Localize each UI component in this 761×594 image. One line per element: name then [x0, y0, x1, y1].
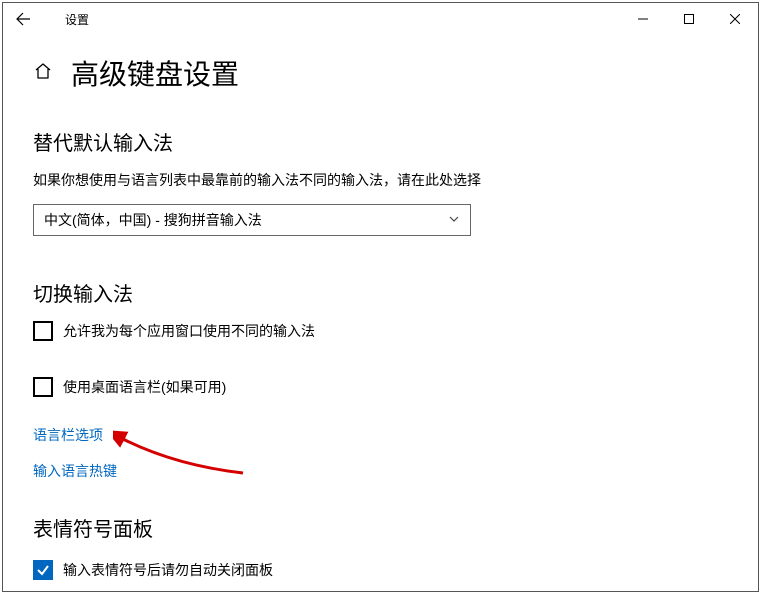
- check-icon: [36, 563, 50, 577]
- per-app-ime-label: 允许我为每个应用窗口使用不同的输入法: [63, 321, 315, 341]
- emoji-autoclose-checkbox[interactable]: [33, 560, 53, 580]
- per-app-ime-row[interactable]: 允许我为每个应用窗口使用不同的输入法: [33, 321, 728, 341]
- emoji-autoclose-label: 输入表情符号后请勿自动关闭面板: [63, 560, 273, 580]
- minimize-button[interactable]: [620, 3, 666, 35]
- section-default-ime-desc: 如果你想使用与语言列表中最靠前的输入法不同的输入法，请在此处选择: [33, 170, 728, 190]
- close-icon: [730, 14, 740, 24]
- section-emoji-panel-title: 表情符号面板: [33, 513, 728, 542]
- desktop-langbar-row[interactable]: 使用桌面语言栏(如果可用): [33, 377, 728, 397]
- language-bar-options-link[interactable]: 语言栏选项: [33, 425, 728, 445]
- default-ime-dropdown[interactable]: 中文(简体，中国) - 搜狗拼音输入法: [33, 204, 471, 236]
- input-language-hotkey-link[interactable]: 输入语言热键: [33, 461, 728, 481]
- section-default-ime-title: 替代默认输入法: [33, 127, 728, 156]
- close-button[interactable]: [712, 3, 758, 35]
- per-app-ime-checkbox[interactable]: [33, 321, 53, 341]
- desktop-langbar-checkbox[interactable]: [33, 377, 53, 397]
- section-switch-ime-title: 切换输入法: [33, 278, 728, 307]
- page-header: 高级键盘设置: [33, 53, 728, 93]
- back-button[interactable]: [3, 3, 43, 35]
- minimize-icon: [638, 14, 648, 24]
- settings-window: 设置 高级键盘设置 替代默认输入法 如果你想使用与语言列表中最靠前的输入法不同的…: [2, 2, 759, 592]
- default-ime-value: 中文(简体，中国) - 搜狗拼音输入法: [44, 210, 448, 230]
- maximize-icon: [684, 14, 694, 24]
- window-title: 设置: [65, 11, 89, 28]
- home-icon[interactable]: [33, 62, 53, 85]
- emoji-autoclose-row[interactable]: 输入表情符号后请勿自动关闭面板: [33, 560, 728, 580]
- back-arrow-icon: [15, 11, 31, 27]
- maximize-button[interactable]: [666, 3, 712, 35]
- page-title: 高级键盘设置: [71, 53, 239, 93]
- desktop-langbar-label: 使用桌面语言栏(如果可用): [63, 377, 226, 397]
- titlebar: 设置: [3, 3, 758, 35]
- window-controls: [620, 3, 758, 35]
- chevron-down-icon: [448, 213, 460, 228]
- content-area: 高级键盘设置 替代默认输入法 如果你想使用与语言列表中最靠前的输入法不同的输入法…: [3, 35, 758, 580]
